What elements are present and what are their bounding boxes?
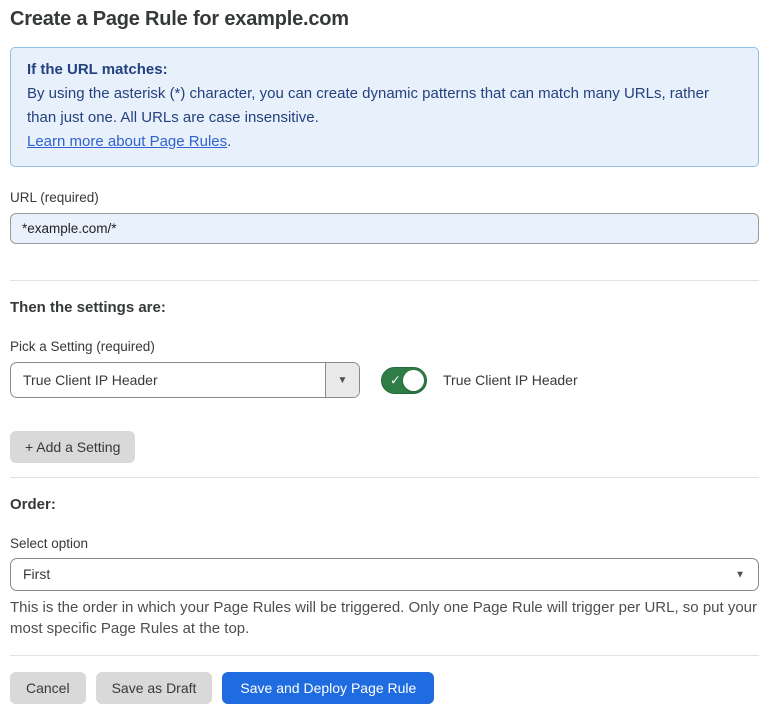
chevron-down-icon: ▼: [338, 375, 348, 386]
learn-more-link[interactable]: Learn more about Page Rules: [27, 133, 227, 150]
order-dropdown-value: First: [11, 559, 758, 590]
save-and-deploy-button[interactable]: Save and Deploy Page Rule: [222, 672, 434, 704]
order-dropdown[interactable]: First ▼: [10, 558, 759, 591]
save-as-draft-button[interactable]: Save as Draft: [96, 672, 213, 704]
setting-picker-value: True Client IP Header: [11, 363, 325, 397]
setting-picker-label: Pick a Setting (required): [10, 339, 759, 354]
add-setting-button[interactable]: + Add a Setting: [10, 431, 135, 463]
create-page-rule-form: Create a Page Rule for example.com If th…: [0, 0, 769, 708]
url-match-info-box: If the URL matches: By using the asteris…: [10, 47, 759, 167]
info-box-heading: If the URL matches:: [27, 58, 742, 82]
settings-section-heading: Then the settings are:: [10, 299, 759, 316]
cancel-button[interactable]: Cancel: [10, 672, 86, 704]
true-client-ip-toggle[interactable]: ✓: [381, 367, 427, 394]
link-suffix: .: [227, 133, 231, 150]
info-box-body: By using the asterisk (*) character, you…: [27, 82, 742, 130]
section-divider: [10, 477, 759, 478]
checkmark-icon: ✓: [390, 374, 401, 387]
order-select-label: Select option: [10, 536, 759, 551]
chevron-down-icon: ▼: [735, 569, 745, 580]
url-input[interactable]: [10, 213, 759, 244]
toggle-label: True Client IP Header: [443, 372, 578, 388]
setting-row: True Client IP Header ▼ ✓ True Client IP…: [10, 362, 759, 398]
order-help-text: This is the order in which your Page Rul…: [10, 597, 759, 639]
info-box-link-line: Learn more about Page Rules.: [27, 130, 742, 154]
order-section-heading: Order:: [10, 496, 759, 513]
toggle-knob: [403, 370, 424, 391]
section-divider: [10, 280, 759, 281]
setting-picker-dropdown[interactable]: True Client IP Header ▼: [10, 362, 360, 398]
footer-divider: [10, 655, 759, 656]
page-title: Create a Page Rule for example.com: [10, 8, 759, 31]
footer-actions: Cancel Save as Draft Save and Deploy Pag…: [10, 672, 759, 704]
url-field-label: URL (required): [10, 190, 759, 205]
dropdown-arrow-button[interactable]: ▼: [325, 363, 359, 397]
